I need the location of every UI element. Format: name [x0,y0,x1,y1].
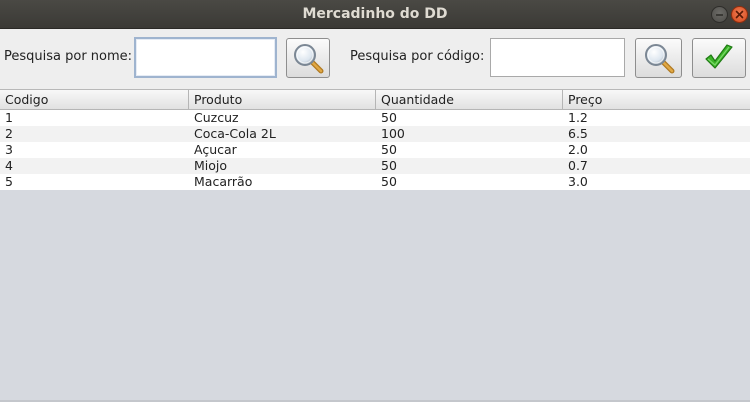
cell-quantidade: 50 [381,174,397,189]
cell-quantidade: 50 [381,142,397,157]
table-row[interactable]: 4 Miojo 50 0.7 [0,158,750,174]
table-row[interactable]: 3 Açucar 50 2.0 [0,142,750,158]
code-search-label: Pesquisa por código: [350,49,485,64]
code-search-input[interactable] [490,38,625,77]
minimize-button[interactable] [711,6,728,23]
name-search-button[interactable] [286,38,330,78]
name-search-input[interactable] [134,37,277,78]
magnifier-icon [294,44,324,74]
cell-codigo: 4 [5,158,13,173]
cell-quantidade: 50 [381,110,397,125]
close-icon [735,10,744,19]
cell-preco: 6.5 [568,126,588,141]
search-toolbar: Pesquisa por nome: Pesquisa por código: [0,29,750,89]
column-header-quantidade[interactable]: Quantidade [376,90,563,109]
cell-codigo: 5 [5,174,13,189]
cell-codigo: 1 [5,110,13,125]
cell-quantidade: 100 [381,126,405,141]
column-header-codigo[interactable]: Codigo [0,90,189,109]
cell-preco: 0.7 [568,158,588,173]
column-header-produto[interactable]: Produto [189,90,376,109]
title-bar: Mercadinho do DD [0,0,750,29]
confirm-button[interactable] [692,38,746,78]
checkmark-icon [705,44,733,69]
cell-preco: 3.0 [568,174,588,189]
window-title: Mercadinho do DD [302,6,448,22]
table-row[interactable]: 1 Cuzcuz 50 1.2 [0,110,750,126]
cell-produto: Coca-Cola 2L [194,126,276,141]
name-search-label: Pesquisa por nome: [4,49,133,64]
products-table: Codigo Produto Quantidade Preço 1 Cuzcuz… [0,89,750,400]
app-window: Mercadinho do DD Pesquisa por nome: Pesq… [0,0,750,402]
cell-quantidade: 50 [381,158,397,173]
cell-produto: Cuzcuz [194,110,239,125]
code-search-button[interactable] [635,38,682,78]
table-header: Codigo Produto Quantidade Preço [0,90,750,110]
cell-codigo: 2 [5,126,13,141]
magnifier-icon [644,44,674,74]
table-row[interactable]: 5 Macarrão 50 3.0 [0,174,750,190]
main-content: Pesquisa por nome: Pesquisa por código: … [0,29,750,402]
cell-produto: Miojo [194,158,228,173]
close-button[interactable] [731,6,748,23]
table-row[interactable]: 2 Coca-Cola 2L 100 6.5 [0,126,750,142]
cell-codigo: 3 [5,142,13,157]
cell-preco: 2.0 [568,142,588,157]
cell-produto: Macarrão [194,174,253,189]
cell-preco: 1.2 [568,110,588,125]
cell-produto: Açucar [194,142,237,157]
column-header-preco[interactable]: Preço [563,90,750,109]
